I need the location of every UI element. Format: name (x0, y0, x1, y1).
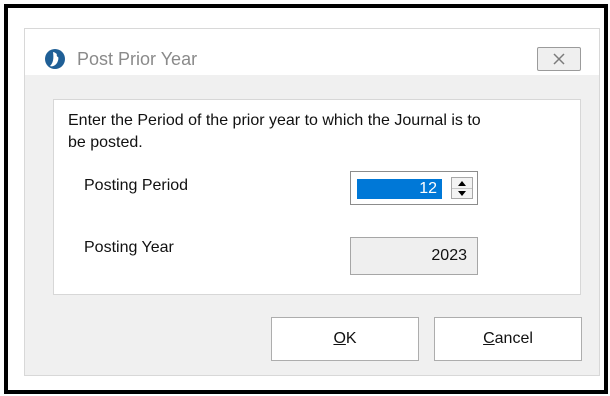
posting-year-field: 2023 (350, 237, 478, 275)
close-icon (553, 53, 565, 65)
screenshot-frame: Post Prior Year Enter the Period of the … (4, 4, 608, 394)
period-spin-buttons[interactable] (451, 177, 473, 199)
dialog-titlebar: Post Prior Year (25, 29, 599, 75)
cancel-mnemonic: C (483, 330, 495, 347)
cancel-label-rest: ancel (494, 330, 533, 347)
posting-period-value[interactable]: 12 (357, 179, 442, 199)
ok-mnemonic: O (333, 330, 346, 347)
instruction-text: Enter the Period of the prior year to wh… (68, 112, 481, 151)
chevron-down-icon (458, 190, 466, 196)
chevron-up-icon (458, 180, 466, 186)
close-button[interactable] (537, 47, 581, 71)
app-logo-icon (45, 49, 65, 69)
spin-down-button[interactable] (452, 188, 472, 198)
content-panel: Enter the Period of the prior year to wh… (53, 99, 581, 295)
ok-label-rest: K (345, 330, 357, 347)
posting-year-label: Posting Year (84, 239, 174, 256)
posting-period-spinner[interactable]: 12 (350, 171, 478, 205)
posting-period-label: Posting Period (84, 177, 189, 194)
ok-button[interactable]: OK (271, 317, 419, 361)
post-prior-year-dialog: Post Prior Year Enter the Period of the … (24, 28, 600, 376)
dialog-title: Post Prior Year (77, 49, 198, 69)
cancel-button[interactable]: Cancel (434, 317, 582, 361)
